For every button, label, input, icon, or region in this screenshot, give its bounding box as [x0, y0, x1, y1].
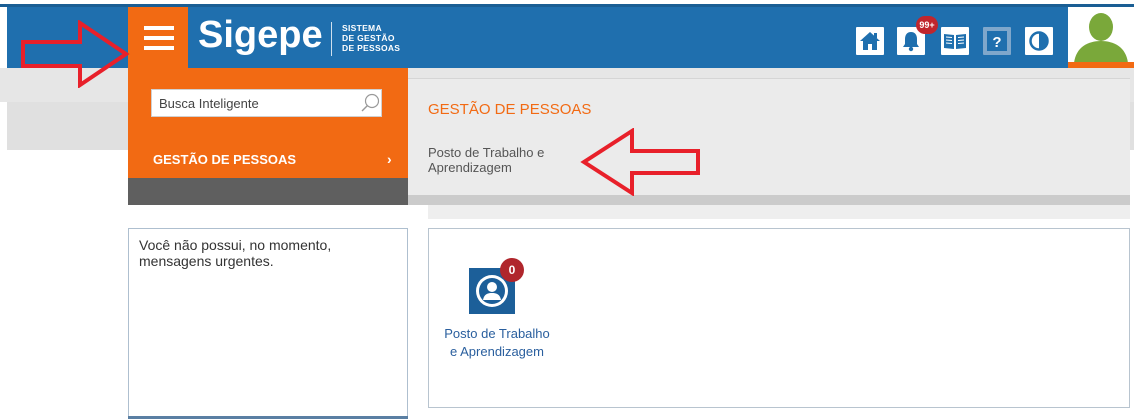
contrast-icon [1029, 31, 1049, 51]
apps-panel [428, 228, 1130, 408]
urgent-messages-text: Você não possui, no momento, mensagens u… [139, 237, 332, 269]
logo-subtitle-line: DE PESSOAS [342, 43, 401, 53]
menu-icon-line [144, 36, 174, 40]
logo-subtitle-line: SISTEMA [342, 23, 382, 33]
annotation-arrow-right [21, 20, 130, 88]
search-input[interactable] [159, 90, 349, 116]
annotation-arrow-left [580, 128, 700, 196]
home-icon [860, 32, 880, 50]
urgent-messages-panel: Você não possui, no momento, mensagens u… [128, 228, 408, 419]
submenu-title: GESTÃO DE PESSOAS [428, 101, 592, 118]
submenu-panel [408, 78, 1130, 196]
user-avatar-icon [1071, 7, 1131, 63]
submenu-item-posto-de-trabalho[interactable]: Posto de Trabalho e Aprendizagem [428, 145, 588, 175]
logo-divider [331, 22, 332, 56]
notification-badge: 99+ [916, 16, 938, 34]
app-tile-label[interactable]: Posto de Trabalho e Aprendizagem [442, 325, 552, 361]
menu-icon-line [144, 46, 174, 50]
app-logo[interactable]: Sigepe [198, 14, 323, 57]
user-avatar[interactable] [1068, 7, 1134, 68]
menu-icon [144, 26, 174, 30]
bell-icon [903, 32, 919, 52]
submenu-top-band [408, 68, 1130, 78]
search-icon[interactable] [360, 93, 380, 113]
contrast-button[interactable] [1025, 27, 1053, 55]
content-top-strip [428, 205, 1130, 219]
help-button[interactable]: ? [983, 27, 1011, 55]
app-badge: 0 [500, 258, 524, 282]
search-box [151, 89, 382, 117]
submenu-bottom-band [408, 195, 1130, 205]
manual-button[interactable] [941, 27, 969, 55]
home-button[interactable] [856, 27, 884, 55]
menu-item-label: GESTÃO DE PESSOAS [153, 152, 297, 167]
menu-item-gestao-de-pessoas[interactable]: GESTÃO DE PESSOAS › [128, 140, 408, 178]
svg-text:?: ? [992, 34, 1001, 51]
help-icon: ? [987, 31, 1007, 51]
logo-subtitle-line: DE GESTÃO [342, 33, 395, 43]
menu-button[interactable] [128, 7, 188, 68]
logo-subtitle: SISTEMA DE GESTÃO DE PESSOAS [342, 23, 400, 53]
side-menu-footer [128, 178, 408, 205]
chevron-right-icon: › [387, 151, 392, 167]
book-icon [944, 34, 966, 49]
